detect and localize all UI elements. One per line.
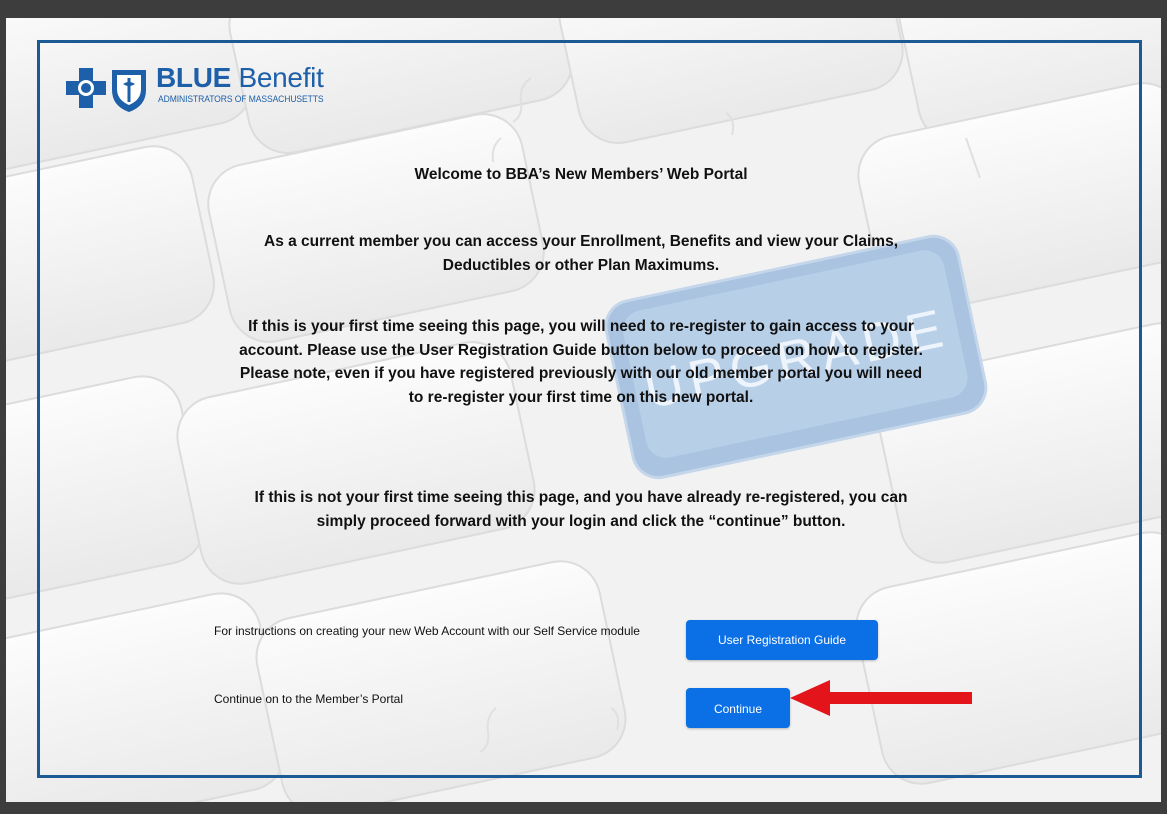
returning-user-paragraph: If this is not your first time seeing th… (254, 489, 908, 530)
red-arrow-icon (790, 680, 972, 716)
guide-description: For instructions on creating your new We… (214, 624, 640, 638)
page-title: Welcome to BBA’s New Members’ Web Portal (414, 166, 748, 183)
page: UPGRADE BLUE Benefit ADMINISTRATORS OF M (6, 18, 1161, 802)
company-logo: BLUE Benefit ADMINISTRATORS OF MASSACHUS… (64, 62, 364, 114)
logo-brand-text: BLUE Benefit (156, 62, 324, 93)
intro-paragraph: As a current member you can access your … (264, 233, 898, 274)
continue-button[interactable]: Continue (686, 688, 790, 728)
logo-subtitle: ADMINISTRATORS OF MASSACHUSETTS (158, 94, 324, 105)
content-frame (37, 40, 1142, 778)
blue-cross-blue-shield-icon (66, 68, 146, 112)
continue-description: Continue on to the Member’s Portal (214, 692, 403, 706)
first-time-paragraph: If this is your first time seeing this p… (239, 318, 923, 406)
user-registration-guide-button[interactable]: User Registration Guide (686, 620, 878, 660)
